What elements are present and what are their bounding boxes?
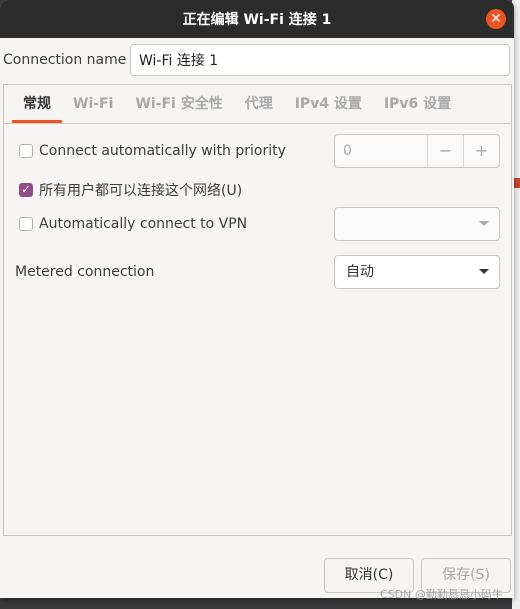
watermark: CSDN @勤勤恳恳小码牛 bbox=[380, 588, 503, 601]
window-title: 正在编辑 Wi-Fi 连接 1 bbox=[0, 0, 514, 38]
metered-dropdown[interactable]: 自动 bbox=[334, 255, 500, 289]
metered-value: 自动 bbox=[346, 264, 374, 280]
tab-ipv6[interactable]: IPv6 设置 bbox=[373, 85, 462, 123]
tab-general[interactable]: 常规 bbox=[12, 85, 62, 123]
all-users-label: 所有用户都可以连接这个网络(U) bbox=[39, 183, 243, 199]
tab-proxy[interactable]: 代理 bbox=[234, 85, 284, 123]
auto-vpn-row[interactable]: Automatically connect to VPN bbox=[19, 216, 247, 232]
connection-name-input[interactable] bbox=[130, 44, 510, 76]
all-users-row[interactable]: ✓ 所有用户都可以连接这个网络(U) bbox=[19, 180, 242, 200]
tab-wifi[interactable]: Wi-Fi bbox=[62, 85, 124, 123]
auto-connect-checkbox[interactable] bbox=[19, 144, 33, 158]
connection-name-label: Connection name bbox=[3, 52, 127, 68]
auto-connect-label: Connect automatically with priority bbox=[39, 143, 286, 159]
tab-wifi-security[interactable]: Wi-Fi 安全性 bbox=[124, 85, 233, 123]
tab-ipv4[interactable]: IPv4 设置 bbox=[284, 85, 373, 123]
vpn-dropdown[interactable] bbox=[334, 207, 500, 241]
priority-value[interactable]: 0 bbox=[335, 135, 427, 167]
chevron-down-icon bbox=[479, 221, 489, 226]
edit-connection-dialog: 正在编辑 Wi-Fi 连接 1 ✕ Connection name 常规 Wi-… bbox=[0, 0, 514, 598]
auto-vpn-checkbox[interactable] bbox=[19, 217, 33, 231]
auto-connect-row[interactable]: Connect automatically with priority bbox=[19, 143, 286, 159]
chevron-down-icon bbox=[479, 269, 489, 274]
metered-label: Metered connection bbox=[15, 264, 155, 280]
all-users-checkbox[interactable]: ✓ bbox=[19, 183, 33, 197]
close-icon: ✕ bbox=[490, 11, 502, 27]
increment-button[interactable]: + bbox=[463, 135, 499, 167]
tab-bar: 常规 Wi-Fi Wi-Fi 安全性 代理 IPv4 设置 IPv6 设置 bbox=[4, 85, 511, 124]
auto-vpn-label: Automatically connect to VPN bbox=[39, 216, 248, 232]
priority-stepper[interactable]: 0 − + bbox=[334, 134, 500, 168]
close-button[interactable]: ✕ bbox=[486, 9, 506, 29]
decrement-button[interactable]: − bbox=[427, 135, 463, 167]
